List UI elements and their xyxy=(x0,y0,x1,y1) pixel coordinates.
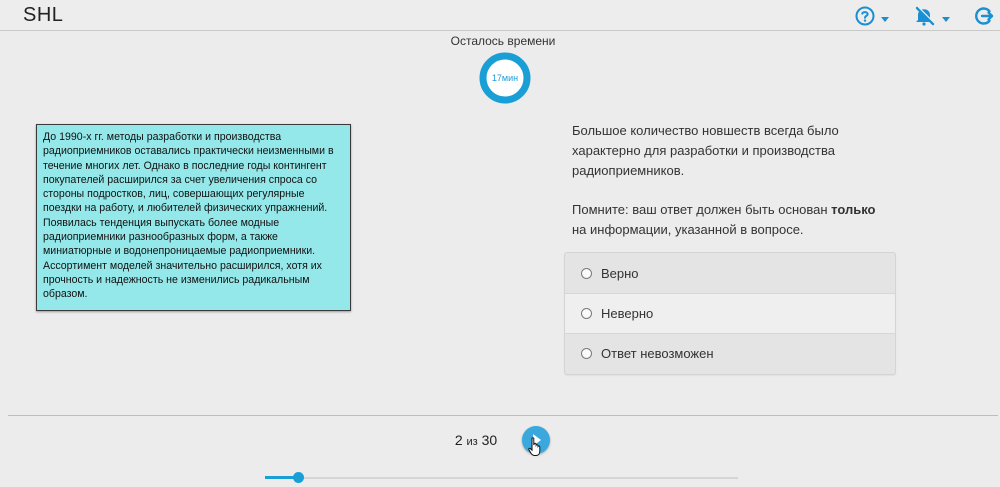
answer-options: Верно Неверно Ответ невозможен xyxy=(564,252,896,375)
progress-slider-thumb[interactable] xyxy=(293,472,304,483)
answer-option-cannot-say[interactable]: Ответ невозможен xyxy=(565,333,895,373)
reminder-suffix: на информации, указанной в вопросе. xyxy=(572,222,804,237)
answer-label: Неверно xyxy=(601,306,654,321)
answer-label: Ответ невозможен xyxy=(601,346,714,361)
hand-cursor-icon xyxy=(528,437,541,456)
answer-option-true[interactable]: Верно xyxy=(565,253,895,293)
question-statement: Большое количество новшеств всегда было … xyxy=(572,123,839,178)
help-menu[interactable] xyxy=(855,5,889,27)
exit-button[interactable] xyxy=(974,5,994,27)
progress-slider-track xyxy=(265,477,738,479)
timer-value: 17мин xyxy=(491,73,519,83)
radio-button[interactable] xyxy=(581,308,592,319)
help-icon xyxy=(855,6,875,26)
footer-divider xyxy=(8,415,998,416)
shl-logo: SHL xyxy=(23,4,64,26)
total-questions: 30 xyxy=(481,432,498,448)
question-reminder: Помните: ваш ответ должен быть основан т… xyxy=(572,200,892,240)
sound-menu[interactable] xyxy=(914,5,950,27)
reminder-bold: только xyxy=(831,202,876,217)
mute-icon xyxy=(915,6,935,26)
reading-passage: До 1990-х гг. методы разработки и произв… xyxy=(36,124,351,311)
answer-label: Верно xyxy=(601,265,639,281)
answer-option-false[interactable]: Неверно xyxy=(565,293,895,333)
current-question: 2 xyxy=(454,432,463,448)
question-block: Большое количество новшеств всегда было … xyxy=(572,121,892,240)
chevron-down-icon xyxy=(942,16,950,22)
time-remaining-label: Осталось времени xyxy=(450,34,556,48)
exit-icon xyxy=(975,7,994,25)
radio-button[interactable] xyxy=(581,348,592,359)
question-counter: 2 из 30 xyxy=(440,432,512,448)
top-bar: SHL xyxy=(0,0,1000,31)
chevron-down-icon xyxy=(881,16,889,22)
timer-ring: 17мин xyxy=(479,52,531,104)
reminder-prefix: Помните: ваш ответ должен быть основан xyxy=(572,202,832,217)
counter-separator: из xyxy=(466,436,478,448)
radio-button[interactable] xyxy=(581,267,592,279)
